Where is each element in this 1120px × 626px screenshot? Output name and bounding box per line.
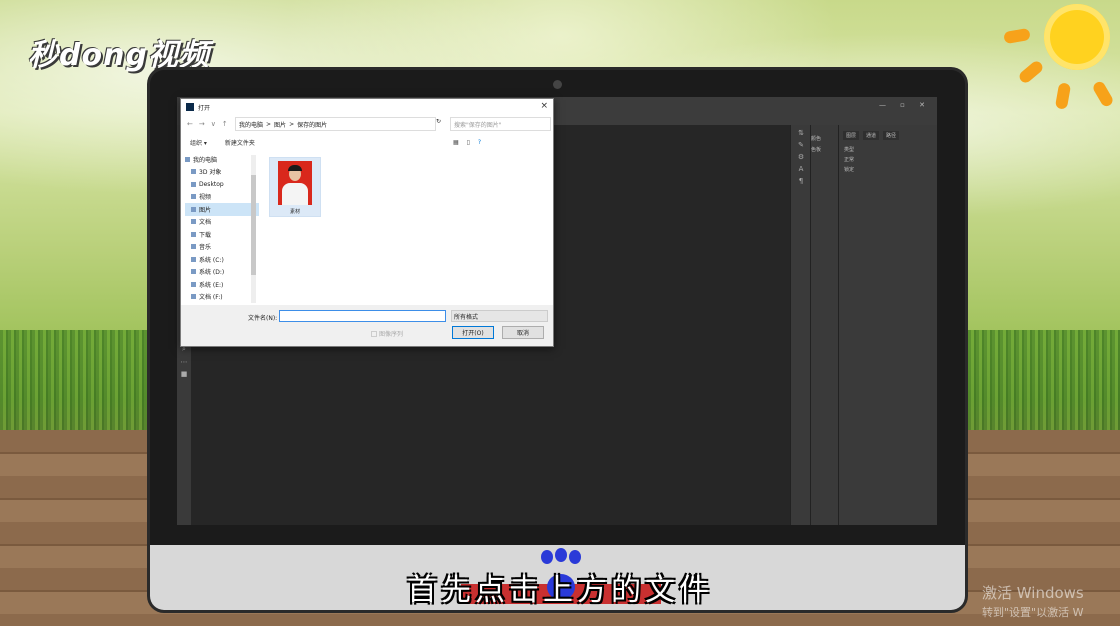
photoshop-side-tools[interactable]: ⇅ ✎ ⚙ A ¶ bbox=[790, 125, 811, 525]
videos-icon bbox=[191, 194, 196, 200]
more-tools-icon[interactable]: ⋯ bbox=[177, 358, 191, 366]
file-list: 素材 bbox=[261, 153, 551, 303]
drive-icon bbox=[191, 281, 196, 287]
3d-objects-icon bbox=[191, 169, 196, 175]
photoshop-mid-panel[interactable]: 颜色 色板 bbox=[810, 125, 839, 525]
up-icon[interactable]: ↑ bbox=[222, 120, 228, 128]
adjust-icon[interactable]: ⇅ bbox=[791, 129, 811, 137]
help-icon[interactable]: ? bbox=[478, 139, 481, 146]
filename-label: 文件名(N): bbox=[248, 315, 278, 322]
cancel-button[interactable]: 取消 bbox=[502, 326, 544, 339]
computer-icon bbox=[185, 156, 190, 162]
swatches-panel-label[interactable]: 色板 bbox=[811, 146, 839, 153]
view-icon[interactable]: ▦ bbox=[453, 139, 459, 146]
swatch-icon[interactable]: ■ bbox=[177, 370, 191, 378]
sidebar-item-documents[interactable]: 文档 bbox=[185, 216, 259, 229]
blend-mode[interactable]: 正常 bbox=[839, 153, 937, 166]
drive-icon bbox=[191, 269, 196, 275]
breadcrumb-sep: > bbox=[289, 120, 295, 128]
subtitle-caption: 首先点击上方的文件 bbox=[407, 573, 713, 608]
dialog-titlebar: 打开 × bbox=[181, 99, 553, 115]
window-controls[interactable]: — ▫ ✕ bbox=[879, 101, 931, 109]
breadcrumb-item[interactable]: 图片 bbox=[274, 120, 286, 129]
settings-icon[interactable]: ⚙ bbox=[791, 153, 811, 161]
drive-icon bbox=[191, 294, 196, 300]
breadcrumb-item[interactable]: 我的电脑 bbox=[239, 120, 263, 129]
dialog-footer: 文件名(N): 所有格式 图像序列 打开(O) 取消 bbox=[181, 305, 553, 346]
pictures-icon bbox=[191, 206, 196, 212]
layer-kind-filter[interactable]: 类型 bbox=[839, 146, 937, 153]
music-icon bbox=[191, 244, 196, 250]
back-icon[interactable]: ← bbox=[187, 120, 193, 128]
sidebar-item-videos[interactable]: 视频 bbox=[185, 191, 259, 204]
monitor-camera bbox=[553, 80, 562, 89]
sidebar-item-drive-e[interactable]: 系统 (E:) bbox=[185, 278, 259, 291]
sidebar-item-drive-c[interactable]: 系统 (C:) bbox=[185, 253, 259, 266]
sidebar-item-music[interactable]: 音乐 bbox=[185, 241, 259, 254]
tab-layers[interactable]: 图层 bbox=[843, 131, 860, 140]
tab-paths[interactable]: 路径 bbox=[883, 131, 900, 140]
close-icon[interactable]: × bbox=[540, 101, 548, 111]
photoshop-app-icon bbox=[186, 103, 194, 111]
type-icon[interactable]: A bbox=[791, 165, 811, 173]
checkbox-box[interactable] bbox=[371, 330, 377, 337]
tab-channels[interactable]: 通道 bbox=[863, 131, 880, 140]
open-file-dialog: 打开 × ← → ∨ ↑ 我的电脑 > 图片 > 保存的图片 ↻ 搜索"保存的图… bbox=[180, 98, 554, 347]
brand-logo: 秒dong视频 bbox=[28, 38, 210, 73]
refresh-icon[interactable]: ↻ bbox=[436, 118, 441, 125]
sun-decoration bbox=[1000, 0, 1120, 110]
dialog-toolbar: 组织 ▾ 新建文件夹 ▦ ▯ ? bbox=[181, 135, 562, 149]
sidebar-item-my-computer[interactable]: 我的电脑 bbox=[185, 153, 259, 166]
new-folder-button[interactable]: 新建文件夹 bbox=[225, 138, 255, 147]
filetype-select[interactable]: 所有格式 bbox=[451, 310, 548, 322]
documents-icon bbox=[191, 219, 196, 225]
file-name: 素材 bbox=[289, 209, 300, 215]
sidebar-item-3d-objects[interactable]: 3D 对象 bbox=[185, 166, 259, 179]
lock-label: 锁定 bbox=[844, 167, 855, 173]
breadcrumb-sep: > bbox=[266, 120, 272, 128]
brush-icon[interactable]: ✎ bbox=[791, 141, 811, 149]
drive-icon bbox=[191, 256, 196, 262]
recent-dropdown-icon[interactable]: ∨ bbox=[211, 120, 216, 128]
breadcrumb[interactable]: 我的电脑 > 图片 > 保存的图片 bbox=[235, 117, 436, 131]
sidebar-scrollbar[interactable] bbox=[251, 155, 256, 303]
activation-watermark-sub: 转到"设置"以激活 W bbox=[982, 606, 1084, 619]
organize-button[interactable]: 组织 ▾ bbox=[190, 138, 207, 147]
file-item[interactable]: 素材 bbox=[269, 157, 321, 217]
activation-watermark: 激活 Windows bbox=[982, 584, 1084, 602]
forward-icon[interactable]: → bbox=[199, 120, 205, 128]
downloads-icon bbox=[191, 231, 196, 237]
open-button[interactable]: 打开(O) bbox=[452, 326, 494, 339]
scrollbar-thumb[interactable] bbox=[251, 175, 256, 275]
breadcrumb-item[interactable]: 保存的图片 bbox=[297, 120, 327, 129]
image-sequence-checkbox[interactable]: 图像序列 bbox=[371, 329, 403, 338]
sidebar-item-drive-d[interactable]: 系统 (D:) bbox=[185, 266, 259, 279]
dialog-title: 打开 bbox=[198, 104, 211, 112]
sidebar-item-desktop[interactable]: Desktop bbox=[185, 178, 259, 191]
file-thumbnail bbox=[278, 161, 312, 205]
preview-pane-icon[interactable]: ▯ bbox=[467, 139, 470, 146]
sidebar-item-drive-f[interactable]: 文档 (F:) bbox=[185, 291, 259, 304]
desktop-icon bbox=[191, 181, 196, 187]
address-bar: ← → ∨ ↑ 我的电脑 > 图片 > 保存的图片 ↻ 搜索"保存的图片" bbox=[181, 117, 553, 131]
filename-input[interactable] bbox=[279, 310, 446, 322]
navigation-pane: 我的电脑 3D 对象 Desktop 视频 图片 文档 下载 音乐 系统 (C:… bbox=[185, 153, 259, 303]
color-panel-label[interactable]: 颜色 bbox=[811, 135, 839, 142]
sidebar-item-downloads[interactable]: 下载 bbox=[185, 228, 259, 241]
layers-panel[interactable]: 图层 通道 路径 类型 正常 锁定 bbox=[838, 125, 937, 525]
paragraph-icon[interactable]: ¶ bbox=[791, 177, 811, 185]
search-input[interactable]: 搜索"保存的图片" bbox=[450, 117, 551, 131]
sidebar-item-pictures[interactable]: 图片 bbox=[185, 203, 259, 216]
